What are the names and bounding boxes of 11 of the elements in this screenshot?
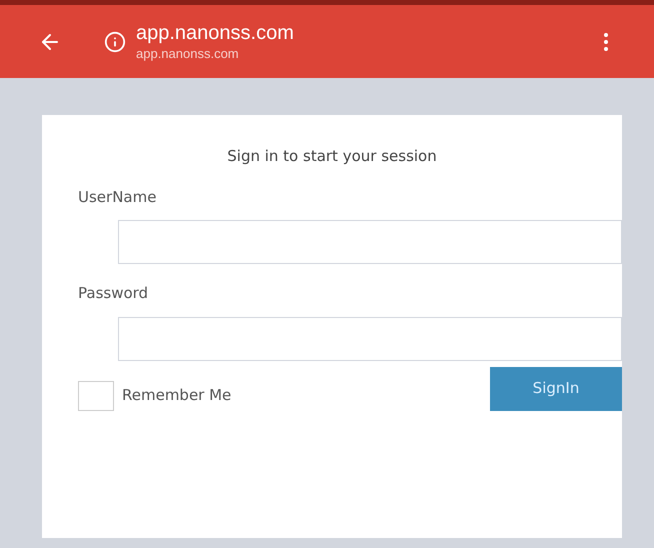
sign-in-button[interactable]: SignIn xyxy=(490,366,622,410)
field-label: UserName xyxy=(78,186,158,208)
page-title: app.nanonss.com xyxy=(136,20,294,46)
info-icon[interactable] xyxy=(104,30,126,52)
remember-checkbox[interactable] xyxy=(78,380,114,410)
input-field[interactable] xyxy=(118,316,622,360)
page-url: app.nanonss.com xyxy=(136,46,240,62)
field-label: Password xyxy=(78,283,150,304)
input-field[interactable] xyxy=(118,220,622,264)
remember-label: Remember Me xyxy=(122,385,232,406)
login-heading: Sign in to start your session xyxy=(227,146,437,167)
